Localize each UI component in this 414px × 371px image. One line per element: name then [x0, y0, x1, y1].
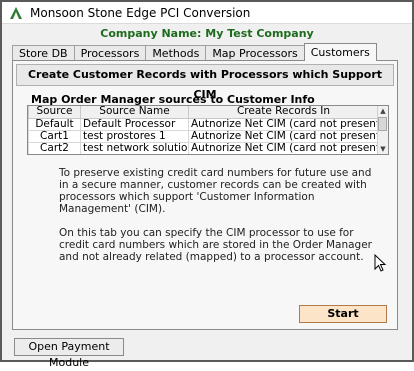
scroll-down-arrow-icon[interactable]: ▼: [378, 144, 388, 154]
company-name: Company Name: My Test Company: [100, 27, 314, 40]
scroll-thumb[interactable]: [378, 117, 387, 131]
row-source-name[interactable]: test prostores 1: [80, 129, 189, 143]
tab-strip: Store DB Processors Methods Map Processo…: [12, 43, 377, 61]
row-create-records-in[interactable]: Autnorize Net CIM (card not present): [188, 141, 379, 154]
table-row[interactable]: Cart2 test network solutions Autnorize N…: [28, 141, 379, 154]
scroll-up-arrow-icon[interactable]: ▲: [378, 106, 388, 116]
tab-customers[interactable]: Customers: [303, 43, 377, 61]
start-button[interactable]: Start: [299, 305, 387, 323]
monsoon-logo-icon: [8, 4, 24, 21]
row-source-name[interactable]: Default Processor: [80, 117, 189, 131]
column-header-create-records-in[interactable]: Create Records In: [188, 106, 379, 119]
row-create-records-in[interactable]: Autnorize Net CIM (card not present): [188, 117, 379, 131]
open-payment-module-button[interactable]: Open Payment Module: [14, 338, 124, 369]
tab-methods[interactable]: Methods: [145, 45, 207, 61]
row-source[interactable]: Default: [28, 117, 81, 131]
customers-panel: Create Customer Records with Processors …: [12, 60, 398, 330]
grid-scrollbar[interactable]: ▲ ▼: [377, 106, 388, 154]
info-paragraph-1: To preserve existing credit card numbers…: [59, 167, 372, 215]
tab-store-db[interactable]: Store DB: [12, 45, 75, 61]
tab-processors[interactable]: Processors: [73, 45, 147, 61]
title-bar: Monsoon Stone Edge PCI Conversion: [2, 2, 412, 24]
tab-map-processors[interactable]: Map Processors: [205, 45, 305, 61]
app-window: Monsoon Stone Edge PCI Conversion Compan…: [0, 0, 414, 369]
column-header-source[interactable]: Source: [28, 106, 81, 119]
info-text: To preserve existing credit card numbers…: [59, 167, 379, 275]
row-source-name[interactable]: test network solutions: [80, 141, 189, 154]
panel-banner: Create Customer Records with Processors …: [16, 64, 394, 101]
mouse-pointer-icon: [374, 254, 387, 272]
row-source[interactable]: Cart1: [28, 129, 81, 143]
cim-mapping-grid[interactable]: Source Source Name Create Records In Def…: [27, 105, 389, 155]
row-create-records-in[interactable]: Autnorize Net CIM (card not present): [188, 129, 379, 143]
table-row[interactable]: Default Default Processor Autnorize Net …: [28, 117, 379, 131]
info-paragraph-2: On this tab you can specify the CIM proc…: [59, 227, 372, 263]
table-row[interactable]: Cart1 test prostores 1 Autnorize Net CIM…: [28, 129, 379, 143]
row-source[interactable]: Cart2: [28, 141, 81, 154]
column-header-source-name[interactable]: Source Name: [80, 106, 189, 119]
window-title: Monsoon Stone Edge PCI Conversion: [30, 5, 251, 20]
